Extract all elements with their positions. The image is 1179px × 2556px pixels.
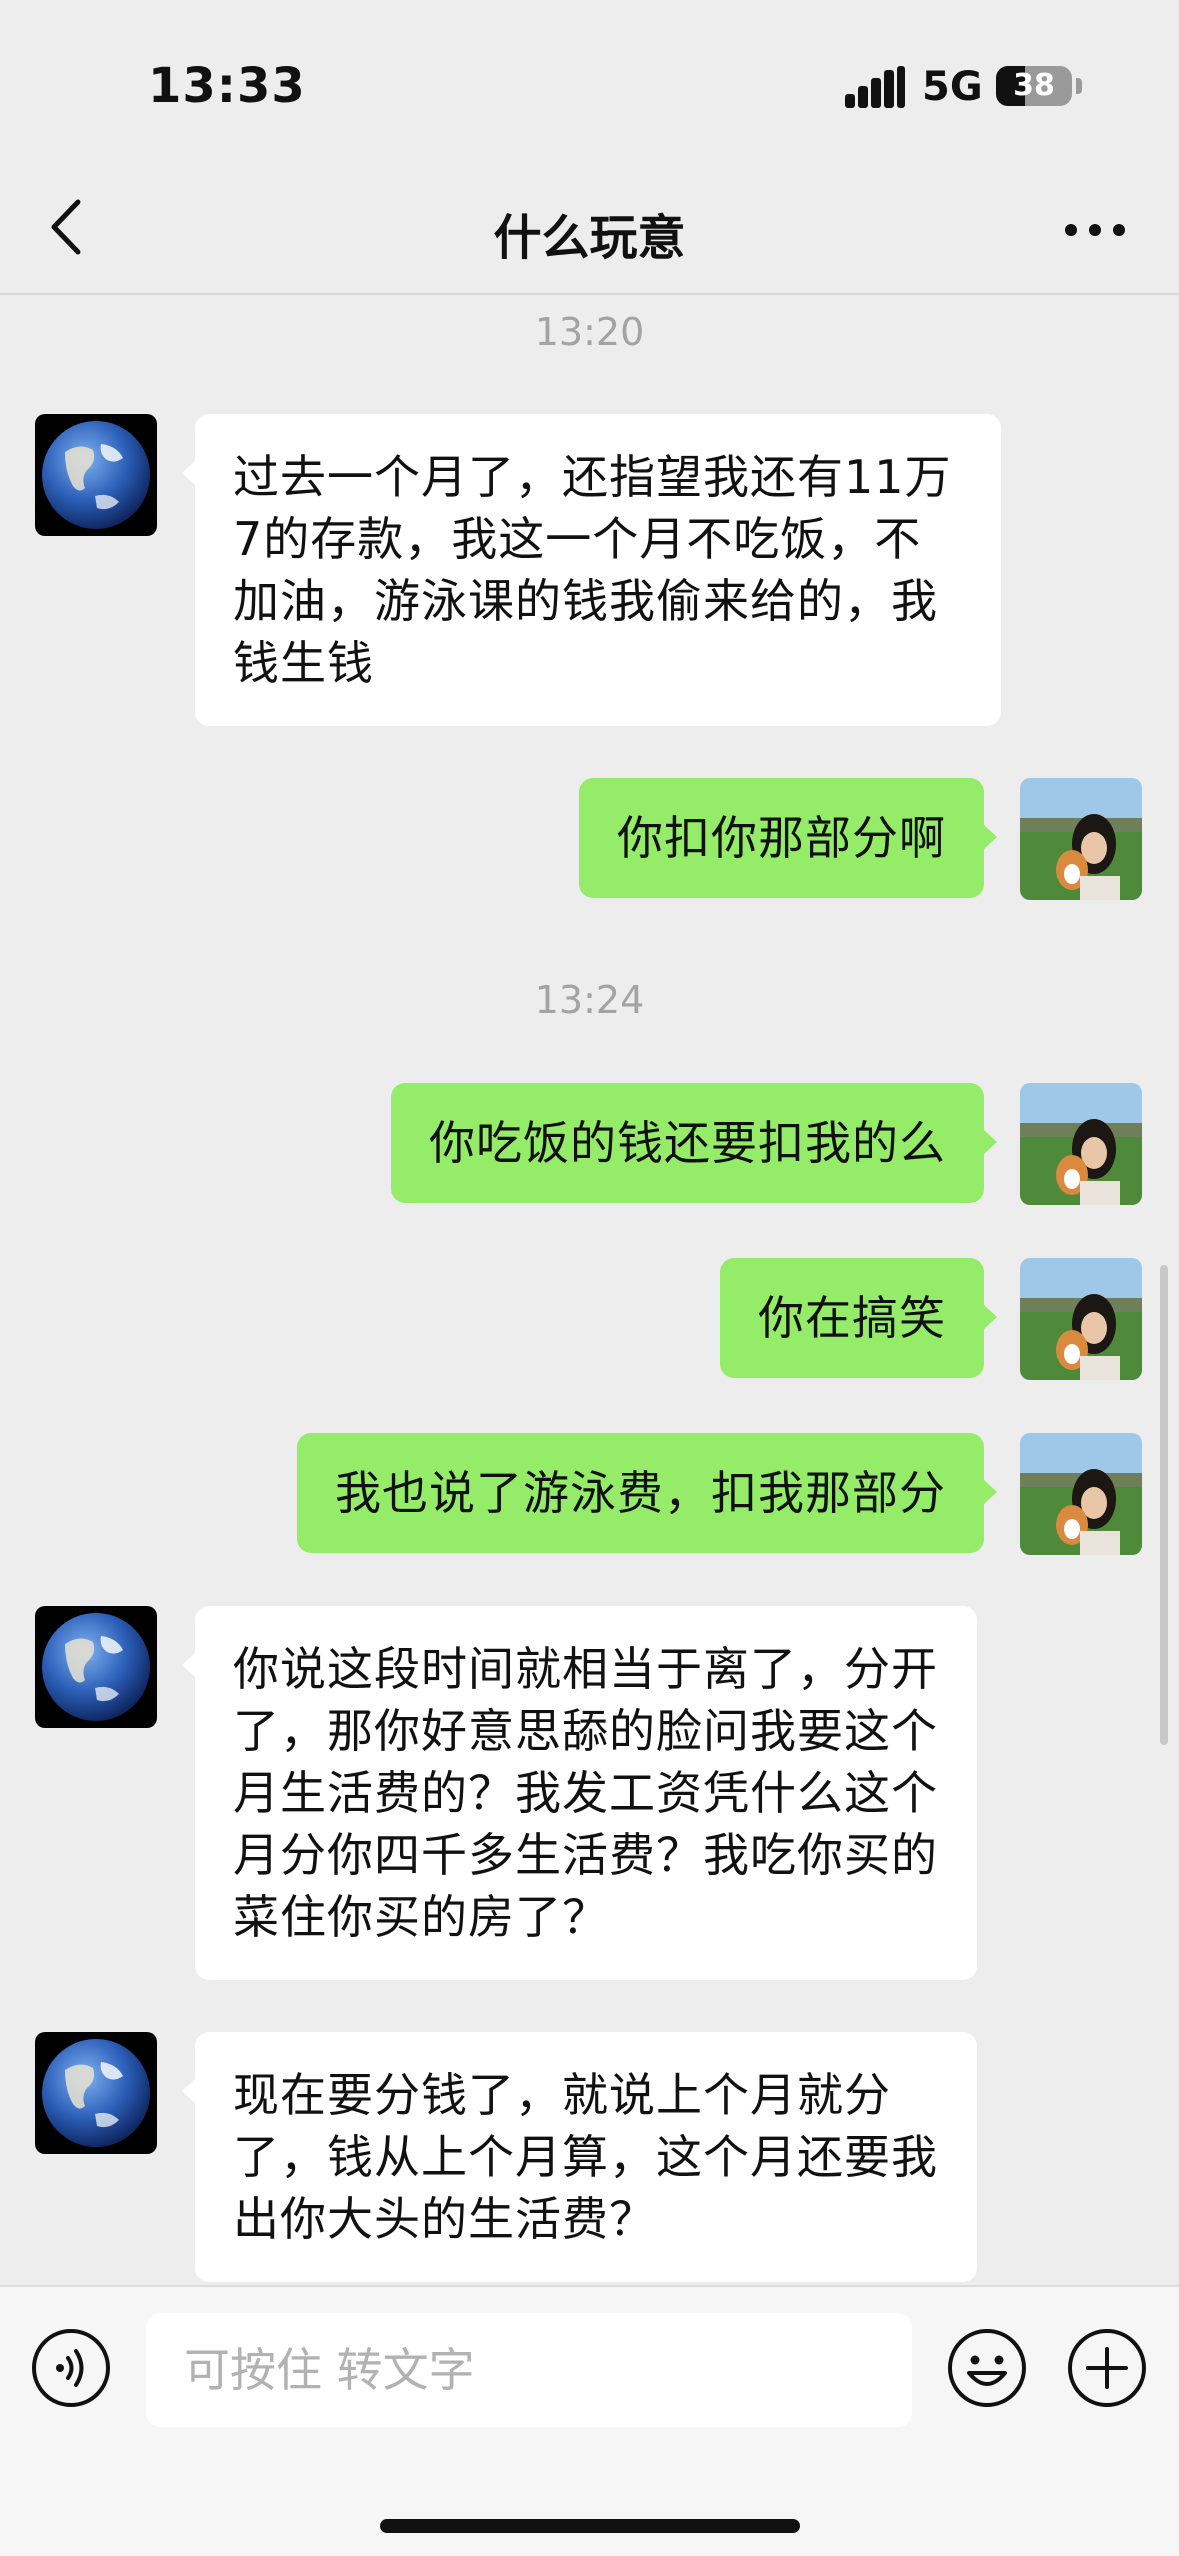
outgoing-message[interactable]: 你吃饭的钱还要扣我的么 (391, 1083, 997, 1203)
contact-avatar[interactable] (35, 414, 157, 536)
home-indicator[interactable] (380, 2519, 800, 2533)
signal-strength-icon (845, 66, 907, 108)
my-avatar[interactable] (1020, 1083, 1142, 1205)
contact-avatar[interactable] (35, 1606, 157, 1728)
selfie-with-dog-avatar-icon (1020, 1258, 1142, 1380)
chevron-left-icon[interactable] (42, 192, 92, 262)
chat-screen: 13:33 5G 38 什么玩意 13:20 过去一个月了，还指望我还有11万7… (0, 0, 1179, 2556)
more-dots-icon[interactable] (1062, 205, 1128, 255)
input-divider (0, 2285, 1179, 2287)
outgoing-message[interactable]: 你扣你那部分啊 (579, 778, 997, 898)
chat-header: 什么玩意 (0, 170, 1179, 295)
chat-title: 什么玩意 (493, 210, 686, 266)
battery-icon: 38 (996, 66, 1072, 106)
emoji-icon[interactable] (946, 2327, 1028, 2409)
battery-tip (1076, 78, 1082, 94)
status-time: 13:33 (148, 58, 306, 114)
earth-avatar-icon (35, 1606, 157, 1728)
incoming-message[interactable]: 现在要分钱了，就说上个月就分了，钱从上个月算，这个月还要我出你大头的生活费？ (182, 2032, 977, 2282)
incoming-message[interactable]: 过去一个月了，还指望我还有11万7的存款，我这一个月不吃饭，不加油，游泳课的钱我… (182, 414, 1001, 726)
earth-avatar-icon (35, 2032, 157, 2154)
outgoing-message[interactable]: 我也说了游泳费，扣我那部分 (297, 1433, 997, 1553)
header-divider (0, 293, 1179, 295)
contact-avatar[interactable] (35, 2032, 157, 2154)
battery-level: 38 (1013, 68, 1055, 103)
plus-circle-icon[interactable] (1066, 2327, 1148, 2409)
input-bar (0, 2285, 1179, 2556)
network-type: 5G (922, 64, 983, 110)
selfie-with-dog-avatar-icon (1020, 1433, 1142, 1555)
message-input[interactable] (146, 2313, 912, 2427)
message-timestamp: 13:20 (534, 310, 645, 354)
outgoing-message[interactable]: 你在搞笑 (720, 1258, 997, 1378)
scrollbar[interactable] (1160, 1265, 1168, 1745)
incoming-message[interactable]: 你说这段时间就相当于离了，分开了，那你好意思舔的脸问我要这个月生活费的？我发工资… (182, 1606, 977, 1980)
message-timestamp: 13:24 (534, 978, 645, 1022)
my-avatar[interactable] (1020, 1258, 1142, 1380)
earth-avatar-icon (35, 414, 157, 536)
selfie-with-dog-avatar-icon (1020, 1083, 1142, 1205)
status-bar: 13:33 5G 38 (0, 0, 1179, 170)
selfie-with-dog-avatar-icon (1020, 778, 1142, 900)
my-avatar[interactable] (1020, 778, 1142, 900)
my-avatar[interactable] (1020, 1433, 1142, 1555)
voice-input-icon[interactable] (30, 2327, 112, 2409)
